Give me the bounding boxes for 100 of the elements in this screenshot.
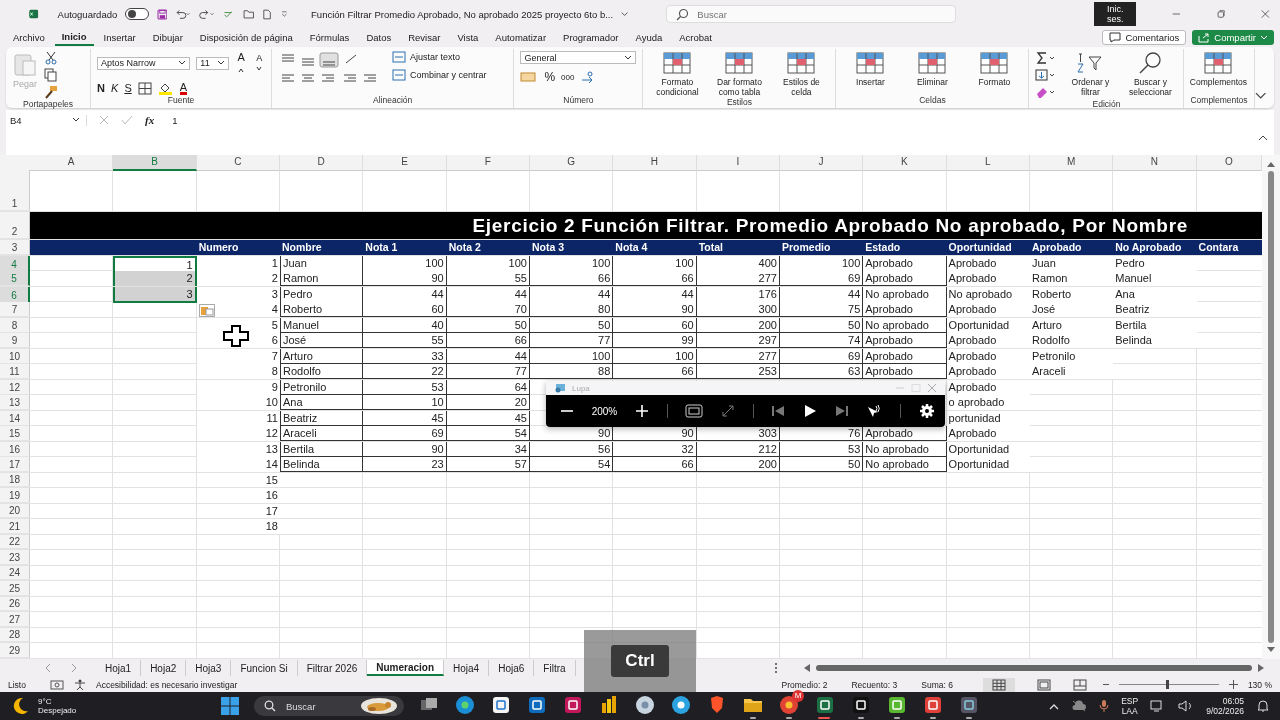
number-format-field[interactable]: General [520,51,637,64]
sheet-tab[interactable]: Hoja1 [96,660,142,676]
font-name-field[interactable]: Aptos Narrow [97,56,191,70]
clock[interactable]: 06:05 9/02/2026 [1206,696,1244,716]
font-style-button[interactable]: N [97,82,106,94]
column-header[interactable]: B [113,155,197,171]
share-button[interactable]: Compartir [1192,30,1274,45]
search-field[interactable]: Buscar [666,5,957,23]
scroll-up-icon[interactable] [1267,161,1275,167]
row-header[interactable]: 7 [0,302,30,317]
name-box[interactable]: B4 [10,114,87,126]
column-header[interactable]: J [779,155,864,171]
borders-icon[interactable] [137,81,152,95]
read-aloud-icon[interactable] [866,404,883,418]
row-header[interactable]: 15 [0,426,30,441]
menu-tab[interactable]: Archivo [6,30,52,45]
insert-function-button[interactable]: fx [145,114,155,126]
column-header[interactable]: L [946,155,1030,171]
zoom-level[interactable]: 130 % [1247,679,1272,690]
column-header[interactable]: G [529,155,614,171]
menu-tab[interactable]: Disposición de página [192,30,300,45]
cut-icon[interactable] [44,51,58,65]
collapse-ribbon-icon[interactable] [1254,92,1266,100]
column-header[interactable]: E [363,155,447,171]
ribbon-button[interactable]: Dar formato como tabla [711,51,768,97]
row-header[interactable]: 21 [0,519,30,534]
caret-icon[interactable] [621,10,629,18]
accessibility-status[interactable]: Accesibilidad: es necesario investigar [95,679,238,690]
zoom-in-icon[interactable] [1228,680,1238,689]
menu-tab[interactable]: Datos [359,30,399,45]
skip-forward-icon[interactable] [834,404,849,418]
row-header[interactable]: 25 [0,581,30,596]
menu-tab[interactable]: Dibujar [145,30,190,45]
percent-button[interactable]: % [544,70,556,84]
ribbon-button[interactable]: Complementos [1190,51,1247,87]
row-header[interactable]: 27 [0,612,30,627]
menu-tab[interactable]: Automatizar [488,30,554,45]
language-indicator[interactable]: ESP LAA [1121,696,1139,716]
page-layout-icon[interactable] [1036,678,1051,691]
menu-tab[interactable]: Vista [450,30,486,45]
font-size-field[interactable]: 11 [196,56,229,70]
bell-icon[interactable] [1256,699,1270,713]
expand-icon[interactable] [721,404,735,418]
menu-tab[interactable]: Programador [556,30,626,45]
normal-view-icon[interactable] [982,677,1015,692]
play-icon[interactable] [803,404,818,418]
shrink-font-button[interactable]: A [253,53,265,73]
page-break-icon[interactable] [1072,678,1087,691]
ribbon-button[interactable]: Formato [966,51,1023,87]
sheet-tab[interactable]: Funcion Si [231,660,298,676]
undo-icon[interactable] [175,7,192,21]
copy-icon[interactable] [44,68,58,82]
row-header[interactable]: 17 [0,457,30,472]
sheet-tab[interactable]: Hoja2 [141,660,187,676]
microphone-icon[interactable] [1099,699,1110,713]
settings-icon[interactable] [918,403,935,419]
windows-start-icon[interactable] [220,696,240,716]
format-painter-icon[interactable] [44,85,58,99]
scrollbar-thumb[interactable] [815,665,1252,671]
ribbon-button[interactable]: Insertar [842,51,899,87]
row-header[interactable]: 2 [0,212,30,239]
folder-icon[interactable] [242,7,255,21]
row-header[interactable]: 19 [0,488,30,503]
ribbon-button[interactable]: Ordenar y filtrar [1063,51,1118,97]
row-header[interactable]: 11 [0,364,30,379]
font-color-button[interactable]: A [179,81,188,95]
menu-tab[interactable]: Revisar [401,30,448,45]
taskbar-button[interactable]: M [778,689,804,719]
save-icon[interactable] [156,6,168,22]
scrollbar-thumb[interactable] [1268,171,1274,643]
column-header[interactable]: I [696,155,780,171]
scroll-left-icon[interactable] [803,664,810,672]
menu-tab[interactable]: Ayuda [628,30,670,45]
ribbon-button[interactable]: Buscar y seleccionar [1123,51,1178,97]
row-header[interactable]: 1 [0,170,30,211]
fill-color-icon[interactable] [157,81,174,95]
more-options-icon[interactable] [773,662,778,674]
column-header[interactable]: K [863,155,947,171]
zoom-slider-thumb[interactable] [1165,680,1169,689]
scroll-down-icon[interactable] [1267,647,1275,653]
sheet-tab[interactable]: Hoja4 [444,660,490,676]
column-header[interactable]: D [280,155,364,171]
row-header[interactable]: 5 [0,271,30,286]
cloud-icon[interactable] [1071,700,1088,712]
sheet-tab[interactable]: Hoja3 [186,660,232,676]
formula-field[interactable]: 1 [172,114,1270,126]
font-style-button[interactable]: K [111,82,119,94]
skip-back-icon[interactable] [771,404,786,418]
sheet-tab[interactable]: Filtra [534,660,576,676]
ribbon-button[interactable]: Eliminar [904,51,961,87]
sheet-tab[interactable]: Hoja6 [489,660,535,676]
wrap-text-button[interactable]: Ajustar texto [391,51,487,63]
full-view-icon[interactable] [685,404,704,418]
macro-icon[interactable] [49,679,64,690]
merge-center-button[interactable]: Combinar y centrar [391,69,487,81]
column-header[interactable]: M [1029,155,1114,171]
autosave-toggle[interactable] [125,8,149,20]
restore-icon[interactable] [1216,8,1226,20]
row-header[interactable]: 23 [0,550,30,565]
scroll-right-icon[interactable] [1257,664,1264,672]
